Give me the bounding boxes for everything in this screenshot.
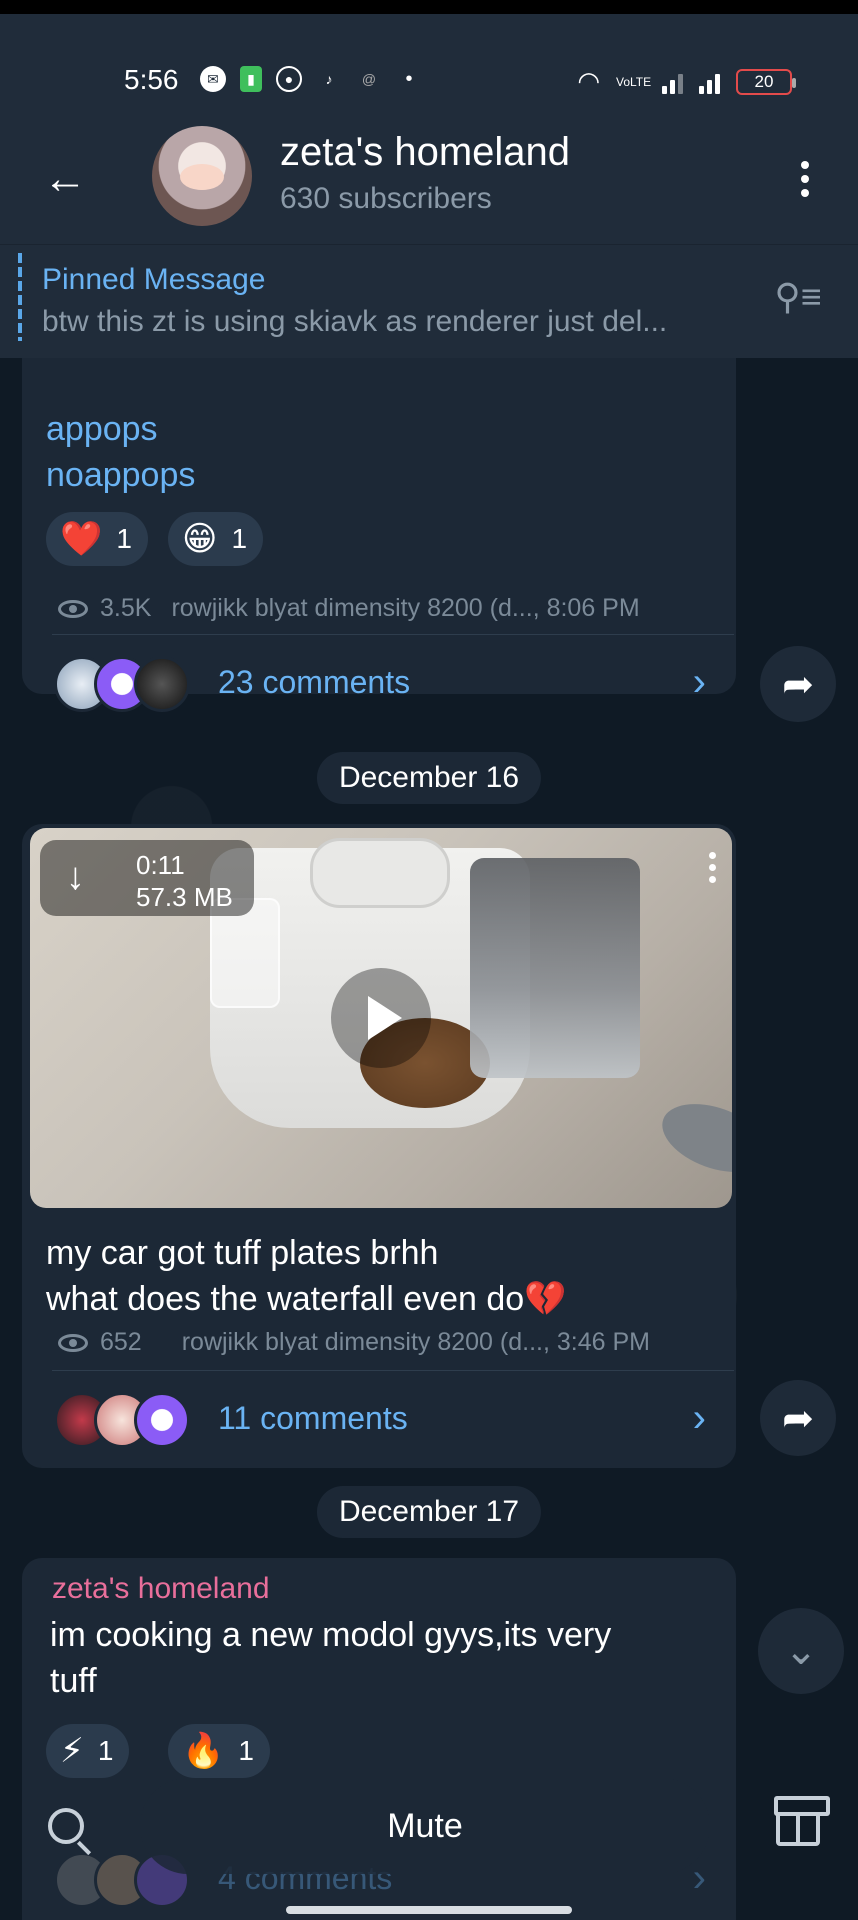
battery-icon: 20 xyxy=(736,68,796,95)
channel-avatar[interactable] xyxy=(152,126,252,226)
comments-row[interactable]: 23 comments › xyxy=(22,642,736,726)
lightning-icon: ⚡ xyxy=(60,1732,84,1770)
reaction-grin[interactable]: 😁 1 xyxy=(168,512,264,566)
views-icon xyxy=(58,599,88,618)
video-duration: 0:11 xyxy=(136,850,185,880)
forward-icon[interactable]: ➦ xyxy=(760,646,836,722)
signal-icon-2 xyxy=(699,70,720,94)
view-count: 3.5K xyxy=(100,594,152,622)
avatar xyxy=(134,656,190,712)
volte-icon: VoLTE xyxy=(616,74,652,89)
messenger-icon: ✉ xyxy=(200,66,226,92)
bottom-bar: Mute xyxy=(0,1770,858,1880)
author-time: rowjikk blyat dimensity 8200 (d..., 3:46… xyxy=(181,1328,650,1356)
top-edge xyxy=(0,0,858,14)
search-icon[interactable] xyxy=(16,1786,116,1866)
system-icons: ◠ VoLTE 20 xyxy=(577,66,796,97)
video-size: 57.3 MB xyxy=(136,882,233,912)
message-line[interactable]: what does the waterfall even do💔 xyxy=(46,1276,567,1322)
video-thumbnail[interactable]: ↓ 0:11 57.3 MB xyxy=(30,828,732,1208)
gift-icon[interactable] xyxy=(758,1786,838,1866)
pinned-title: Pinned Message xyxy=(42,263,266,296)
fire-icon: 🔥 xyxy=(182,1732,225,1770)
video-scene xyxy=(470,858,640,1078)
status-time: 5:56 xyxy=(124,64,179,95)
avatar xyxy=(134,1392,190,1448)
battery-saver-icon: ▮ xyxy=(240,66,262,92)
pinned-text: btw this zt is using skiavk as renderer … xyxy=(42,305,668,338)
forward-icon[interactable]: ➦ xyxy=(760,1380,836,1456)
screen-record-icon: ● xyxy=(276,66,302,92)
grin-icon: 😁 xyxy=(182,520,218,558)
author-time: rowjikk blyat dimensity 8200 (d..., 8:06… xyxy=(171,594,640,622)
views-icon xyxy=(58,1333,88,1352)
message-line[interactable]: my car got tuff plates brhh xyxy=(46,1230,438,1276)
video-info[interactable]: ↓ 0:11 57.3 MB xyxy=(40,840,254,916)
date-separator: December 17 xyxy=(316,1486,542,1538)
message-line[interactable]: tuff xyxy=(50,1658,97,1704)
commenter-avatars xyxy=(54,1392,204,1448)
divider xyxy=(52,1370,734,1371)
scroll-down-icon[interactable]: ⌄ xyxy=(758,1608,844,1694)
comments-row[interactable]: 11 comments › xyxy=(22,1378,736,1462)
message-line[interactable]: noappops xyxy=(46,452,195,498)
comments-count[interactable]: 11 comments xyxy=(218,1400,408,1437)
video-menu-icon[interactable] xyxy=(709,852,716,883)
signal-icon-1 xyxy=(662,70,683,94)
chat-header: ← zeta's homeland 630 subscribers xyxy=(0,126,858,244)
more-options-icon[interactable] xyxy=(790,154,820,204)
comments-count[interactable]: 23 comments xyxy=(218,664,410,701)
reaction-count: 1 xyxy=(231,523,248,554)
reaction-count: 1 xyxy=(116,523,132,554)
notification-icons: ✉ ▮ ● ♪ @ • xyxy=(200,66,422,92)
video-scene xyxy=(310,838,450,908)
reaction-heart[interactable]: ❤️ 1 xyxy=(46,512,148,566)
divider xyxy=(52,634,734,635)
pinned-message-bar[interactable]: Pinned Message btw this zt is using skia… xyxy=(0,244,858,358)
reaction-count: 1 xyxy=(238,1735,254,1766)
message-author[interactable]: zeta's homeland xyxy=(52,1572,270,1606)
home-indicator[interactable] xyxy=(286,1906,572,1914)
message-meta: 652 rowjikk blyat dimensity 8200 (d..., … xyxy=(58,1328,650,1357)
heart-icon: ❤️ xyxy=(60,520,103,558)
chevron-right-icon: › xyxy=(692,1396,706,1440)
wifi-icon: ◠ xyxy=(577,66,600,96)
commenter-avatars xyxy=(54,656,204,712)
subscriber-count: 630 subscribers xyxy=(280,182,492,215)
app-icon: @ xyxy=(361,71,377,87)
view-count: 652 xyxy=(100,1328,142,1356)
play-icon[interactable] xyxy=(331,968,431,1068)
tiktok-icon: ♪ xyxy=(325,71,333,87)
status-bar: 5:56 ✉ ▮ ● ♪ @ • ◠ VoLTE 20 xyxy=(0,14,858,126)
back-arrow-icon[interactable]: ← xyxy=(40,154,90,204)
pinned-indicator xyxy=(18,253,22,341)
message-line[interactable]: appops xyxy=(46,406,158,452)
mute-button[interactable]: Mute xyxy=(140,1778,710,1874)
video-scene xyxy=(653,1090,732,1186)
message-meta: 3.5K rowjikk blyat dimensity 8200 (d...,… xyxy=(58,594,640,623)
more-notifications-icon: • xyxy=(405,67,413,90)
channel-title[interactable]: zeta's homeland xyxy=(280,130,570,175)
chat-area[interactable]: appops noappops ❤️ 1 😁 1 3.5K rowjikk bl… xyxy=(0,358,858,1920)
download-icon[interactable]: ↓ xyxy=(66,856,85,899)
reaction-count: 1 xyxy=(97,1735,114,1766)
pinned-list-icon[interactable]: ⚲≡ xyxy=(766,275,830,319)
chevron-right-icon: › xyxy=(692,660,706,704)
date-separator: December 16 xyxy=(316,752,542,804)
message-line[interactable]: im cooking a new modol gyys,its very xyxy=(50,1612,611,1658)
